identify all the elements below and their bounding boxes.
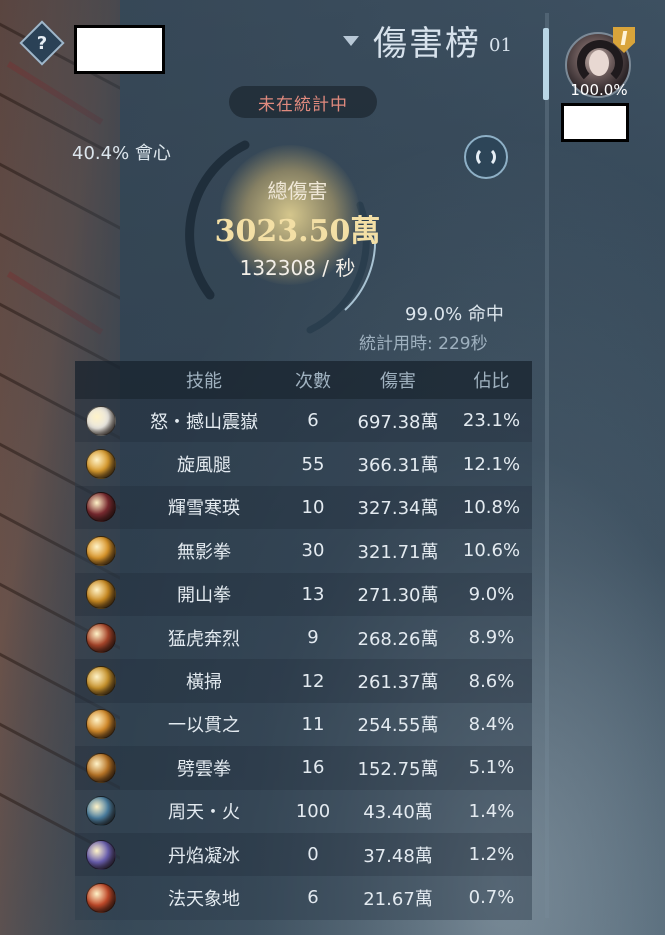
damage-value: 697.38萬 (357, 411, 439, 433)
whirlwind-kick-icon (86, 449, 116, 480)
damage-value: 268.26萬 (357, 628, 439, 650)
skill-name: 輝雪寒瑛 (168, 498, 240, 520)
sweep-icon (86, 666, 116, 697)
page-title: 傷害榜 (373, 24, 481, 64)
damage-share: 8.6% (468, 670, 515, 692)
table-row[interactable]: 怒・撼山震嶽 6 697.38萬 23.1% (75, 399, 532, 443)
roar-skill-icon (86, 405, 116, 436)
damage-share: 12.1% (462, 453, 521, 475)
damage-share: 10.8% (462, 496, 521, 518)
damage-share: 8.9% (468, 627, 515, 649)
table-row[interactable]: 橫掃 12 261.37萬 8.6% (75, 659, 532, 703)
shadowless-fist-icon (86, 535, 116, 566)
status-badge: 未在統計中 (229, 86, 377, 118)
question-icon: ? (36, 32, 48, 54)
skill-name: 無影拳 (177, 541, 231, 563)
hit-count: 13 (301, 583, 325, 605)
hit-count: 30 (301, 540, 325, 562)
player-damage-share: 100.0% (570, 81, 628, 99)
damage-share: 0.7% (468, 887, 515, 909)
damage-value: 21.67萬 (363, 888, 433, 910)
page-number: 01 (489, 35, 512, 56)
celestial-fire-icon (86, 796, 116, 827)
table-row[interactable]: 輝雪寒瑛 10 327.34萬 10.8% (75, 485, 532, 530)
dropdown-triangle-icon (343, 35, 359, 46)
table-row[interactable]: 周天・火 100 43.40萬 1.4% (75, 789, 532, 833)
column-header-skill: 技能 (186, 371, 222, 392)
damage-value: 254.55萬 (357, 715, 439, 737)
total-damage-value: 3023.50萬 (214, 214, 381, 249)
hit-count: 0 (307, 844, 319, 866)
table-row[interactable]: 猛虎奔烈 9 268.26萬 8.9% (75, 615, 532, 660)
skill-name: 丹焰凝冰 (168, 845, 240, 867)
table-row[interactable]: 丹焰凝冰 0 37.48萬 1.2% (75, 832, 532, 877)
tiger-rush-icon (86, 622, 116, 653)
scrollbar-track[interactable] (545, 13, 549, 918)
damage-value: 366.31萬 (357, 455, 439, 477)
skill-name: 猛虎奔烈 (168, 628, 240, 650)
skill-name: 怒・撼山震嶽 (150, 411, 258, 433)
skill-name: 旋風腿 (177, 455, 231, 477)
damage-value: 152.75萬 (357, 758, 439, 780)
skill-name: 開山拳 (177, 585, 231, 607)
damage-value: 37.48萬 (363, 845, 433, 867)
table-row[interactable]: 開山拳 13 271.30萬 9.0% (75, 572, 532, 616)
crit-rate: 40.4% 會心 (72, 143, 171, 164)
hit-count: 6 (307, 410, 319, 432)
hit-count: 11 (301, 713, 325, 735)
damage-share: 5.1% (468, 757, 515, 779)
table-row[interactable]: 劈雲拳 16 152.75萬 5.1% (75, 746, 532, 790)
hit-count: 16 (301, 757, 325, 779)
damage-share: 9.0% (468, 583, 515, 605)
hit-rate: 99.0% 命中 (405, 304, 504, 325)
redacted-name-box (74, 25, 165, 74)
hit-count: 100 (295, 800, 331, 822)
leaderboard-selector[interactable]: 傷害榜 01 (343, 16, 512, 65)
skill-name: 法天象地 (168, 888, 240, 910)
table-row[interactable]: 無影拳 30 321.71萬 10.6% (75, 529, 532, 573)
refresh-icon (476, 147, 496, 167)
hit-count: 12 (301, 670, 325, 692)
table-row[interactable]: 旋風腿 55 366.31萬 12.1% (75, 442, 532, 486)
elapsed-time: 統計用時: 229秒 (359, 334, 488, 354)
hit-count: 9 (307, 627, 319, 649)
damage-value: 261.37萬 (357, 672, 439, 694)
skill-damage-table: 技能 次數 傷害 佔比 怒・撼山震嶽 6 697.38萬 23.1% 旋風腿 55 366… (75, 361, 532, 920)
hit-count: 6 (307, 887, 319, 909)
damage-value: 327.34萬 (357, 498, 439, 520)
table-body: 怒・撼山震嶽 6 697.38萬 23.1% 旋風腿 55 366.31萬 12.1% 輝雪… (75, 399, 532, 920)
damage-share: 10.6% (462, 540, 521, 562)
table-header: 技能 次數 傷害 佔比 (75, 361, 532, 399)
damage-per-second: 132308 / 秒 (239, 256, 356, 280)
total-damage-label: 總傷害 (267, 179, 328, 203)
table-row[interactable]: 法天象地 6 21.67萬 0.7% (75, 876, 532, 920)
skill-name: 一以貫之 (168, 715, 240, 737)
damage-share: 1.4% (468, 800, 515, 822)
damage-share: 8.4% (468, 713, 515, 735)
pierce-through-icon (86, 709, 116, 740)
redacted-player-name (561, 103, 629, 142)
damage-share: 1.2% (468, 844, 515, 866)
cloud-split-fist-icon (86, 752, 116, 783)
skill-name: 周天・火 (168, 802, 240, 824)
column-header-damage: 傷害 (380, 371, 416, 392)
scrollbar-thumb[interactable] (543, 28, 549, 100)
table-row[interactable]: 一以貫之 11 254.55萬 8.4% (75, 702, 532, 747)
damage-value: 43.40萬 (363, 802, 433, 824)
skill-name: 劈雲拳 (177, 758, 231, 780)
hit-count: 10 (301, 496, 325, 518)
column-header-share: 佔比 (473, 371, 510, 392)
hit-count: 55 (301, 453, 325, 475)
damage-value: 321.71萬 (357, 541, 439, 563)
heaven-earth-icon (86, 882, 116, 913)
damage-value: 271.30萬 (357, 585, 439, 607)
column-header-count: 次數 (295, 371, 331, 392)
flame-ice-icon (86, 839, 116, 870)
skill-name: 橫掃 (186, 672, 222, 694)
snow-frost-icon (86, 492, 116, 523)
mountain-fist-icon (86, 579, 116, 610)
damage-share: 23.1% (462, 410, 521, 432)
refresh-button[interactable] (464, 135, 508, 179)
